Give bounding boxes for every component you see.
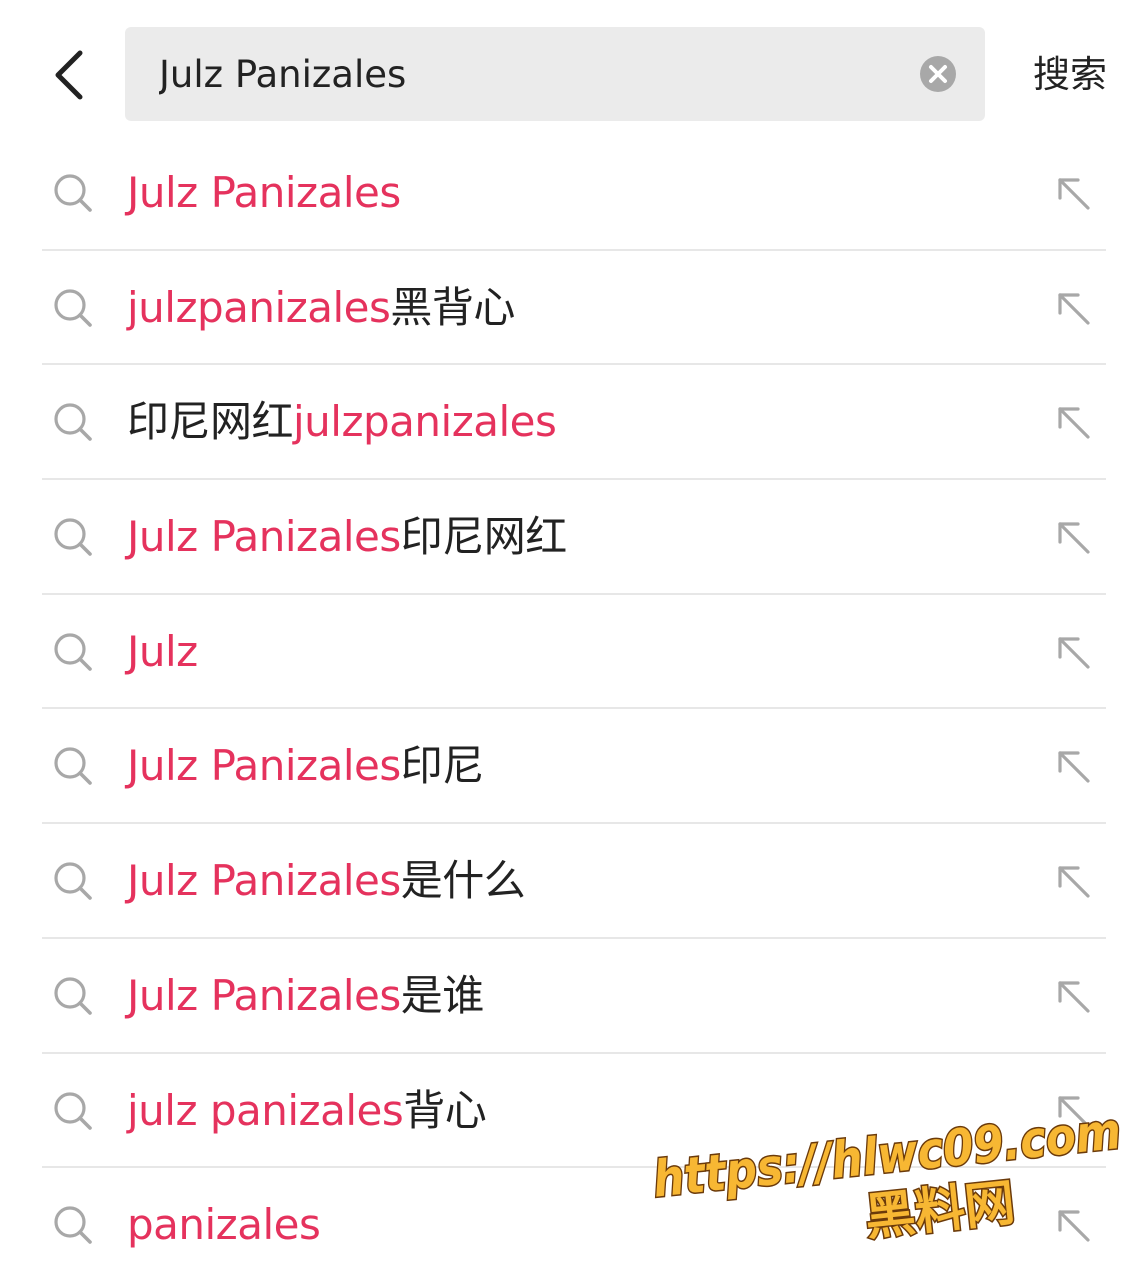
search-icon xyxy=(54,1091,92,1130)
clear-circle-icon xyxy=(920,56,956,92)
search-icon xyxy=(54,403,92,442)
chevron-left-icon xyxy=(55,50,83,100)
suggestion-highlight: julzpanizales xyxy=(127,282,391,332)
arrow-up-left-icon[interactable] xyxy=(1052,745,1096,789)
suggestion-item[interactable]: Julz xyxy=(0,595,1147,710)
arrow-up-left-icon[interactable] xyxy=(1052,516,1096,560)
arrow-up-left-icon[interactable] xyxy=(1052,975,1096,1019)
search-icon xyxy=(54,977,92,1015)
suggestion-rest: 黑背心 xyxy=(390,282,515,332)
search-icon xyxy=(54,1206,92,1244)
arrow-up-left-icon[interactable] xyxy=(1052,401,1096,445)
suggestion-highlight: panizales xyxy=(127,1200,321,1250)
search-icon xyxy=(54,174,92,212)
search-icon xyxy=(54,633,92,671)
suggestion-rest: 背心 xyxy=(403,1085,487,1135)
suggestion-label: julzpanizales黑背心 xyxy=(127,251,515,366)
search-input[interactable] xyxy=(159,27,899,121)
suggestion-rest: 印尼 xyxy=(400,741,485,791)
search-icon xyxy=(54,862,92,900)
suggestion-label: Julz Panizales是什么 xyxy=(127,824,526,939)
suggestion-item[interactable]: panizales xyxy=(0,1168,1147,1283)
suggestion-label: Julz Panizales是谁 xyxy=(127,939,484,1054)
search-box xyxy=(125,27,985,121)
search-button[interactable]: 搜索 xyxy=(1020,40,1120,110)
suggestion-item[interactable]: Julz Panizales是谁 xyxy=(0,939,1147,1054)
suggestion-label: Julz Panizales印尼 xyxy=(127,709,484,824)
arrow-up-left-icon[interactable] xyxy=(1052,1204,1096,1248)
arrow-up-left-icon[interactable] xyxy=(1052,1090,1096,1134)
suggestion-item[interactable]: Julz Panizales印尼网红 xyxy=(0,480,1147,595)
arrow-up-left-icon[interactable] xyxy=(1052,287,1096,331)
suggestion-highlight: julz panizales xyxy=(127,1085,404,1135)
suggestion-label: 印尼网红julzpanizales xyxy=(127,365,557,480)
suggestion-highlight: Julz Panizales xyxy=(127,970,401,1020)
suggestion-item[interactable]: Julz Panizales印尼 xyxy=(0,709,1147,825)
suggestion-highlight: Julz Panizales xyxy=(127,168,401,217)
suggestion-rest: 是什么 xyxy=(400,856,526,906)
clear-search-button[interactable] xyxy=(919,55,957,93)
suggestion-item[interactable]: julzpanizales黑背心 xyxy=(0,251,1147,366)
suggestion-highlight: Julz xyxy=(127,626,198,676)
search-header: 搜索 xyxy=(0,0,1147,140)
suggestion-list: Julz Panizales julzpanizales黑背心 印尼网红julz… xyxy=(0,136,1147,1283)
suggestion-rest: 印尼网红 xyxy=(400,512,568,562)
suggestion-item[interactable]: Julz Panizales是什么 xyxy=(0,824,1147,939)
suggestion-highlight: Julz Panizales xyxy=(127,856,401,906)
arrow-up-left-icon[interactable] xyxy=(1052,631,1096,675)
suggestion-label: Julz xyxy=(127,595,198,710)
suggestion-highlight: Julz Panizales xyxy=(127,741,401,791)
search-icon xyxy=(54,289,92,327)
suggestion-label: julz panizales背心 xyxy=(127,1054,487,1169)
suggestion-label: Julz Panizales xyxy=(127,136,401,251)
suggestion-highlight: julzpanizales xyxy=(293,397,557,447)
search-icon xyxy=(54,747,92,786)
suggestion-item[interactable]: julz panizales背心 xyxy=(0,1054,1147,1169)
suggestion-rest: 是谁 xyxy=(400,970,485,1020)
suggestion-highlight: Julz Panizales xyxy=(127,512,401,562)
arrow-up-left-icon[interactable] xyxy=(1052,860,1096,904)
suggestion-label: Julz Panizales印尼网红 xyxy=(127,480,567,595)
suggestion-prefix: 印尼网红 xyxy=(127,397,294,447)
suggestion-item[interactable]: 印尼网红julzpanizales xyxy=(0,365,1147,481)
suggestion-item[interactable]: Julz Panizales xyxy=(0,136,1147,251)
search-icon xyxy=(54,518,92,556)
back-button[interactable] xyxy=(40,40,100,110)
suggestion-label: panizales xyxy=(127,1168,321,1283)
arrow-up-left-icon[interactable] xyxy=(1052,172,1096,216)
